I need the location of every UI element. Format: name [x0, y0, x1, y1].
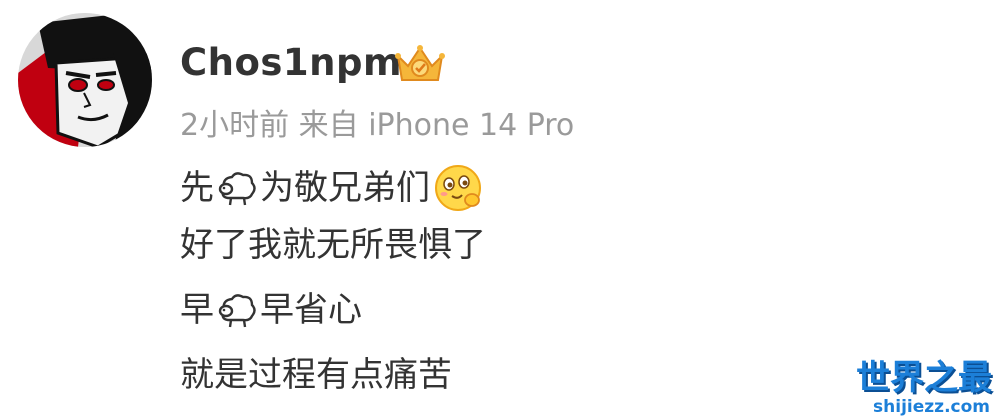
line-text: 就是过程有点痛苦 [180, 355, 452, 395]
sheep-emoji [218, 294, 256, 328]
avatar-image [18, 13, 152, 147]
line-text: 为敬兄弟们 [260, 168, 430, 208]
source-device[interactable]: iPhone 14 Pro [368, 108, 574, 143]
post-meta: 2小时前 来自 iPhone 14 Pro [180, 106, 574, 146]
crown-icon[interactable] [394, 42, 446, 86]
user-avatar[interactable] [18, 13, 152, 147]
post-time: 2小时前 [180, 108, 290, 143]
wink-emoji [435, 165, 481, 211]
username[interactable]: Chos1npm [180, 40, 402, 86]
watermark-title: 世界之最 [856, 358, 992, 398]
comment-line-3: 早 早省心 [180, 288, 362, 332]
source-prefix: 来自 [298, 108, 359, 143]
sheep-emoji [218, 172, 256, 206]
comment-line-1: 先 为敬兄弟们 [180, 162, 484, 214]
comment-line-4: 就是过程有点痛苦 [180, 353, 452, 397]
comment-line-2: 好了我就无所畏惧了 [180, 223, 486, 267]
watermark-url: shijiezz.com [873, 397, 990, 417]
line-text: 先 [180, 168, 214, 208]
line-text: 早 [180, 290, 214, 330]
line-text: 好了我就无所畏惧了 [180, 225, 486, 265]
line-text: 早省心 [260, 290, 362, 330]
